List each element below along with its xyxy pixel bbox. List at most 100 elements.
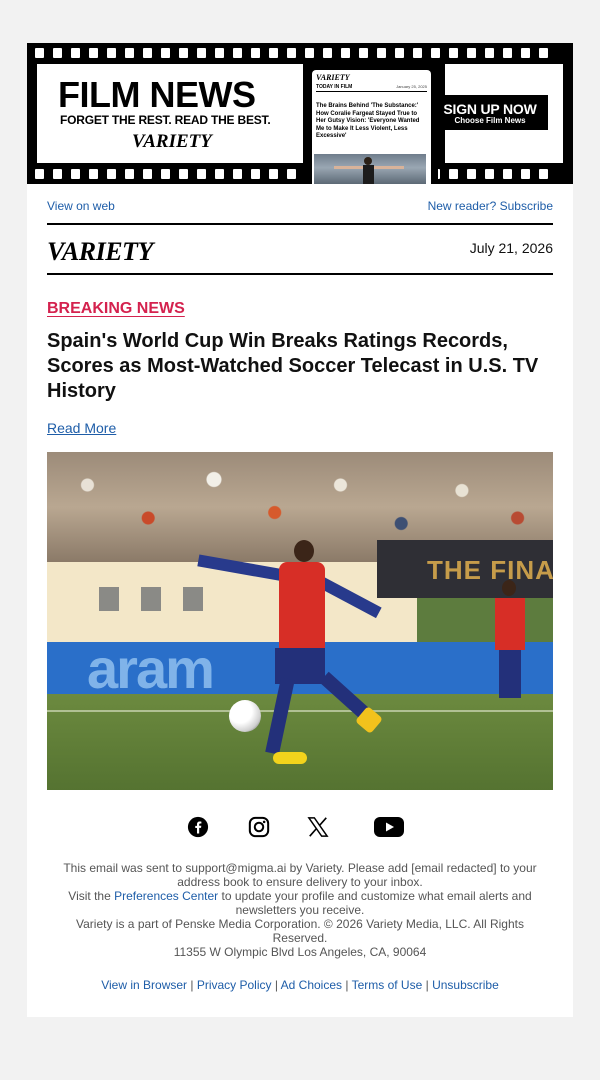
sign-up-label: SIGN UP NOW: [443, 101, 537, 117]
phone-mockup: VARIETY TODAY IN FILM January 25, 2025 T…: [305, 64, 438, 184]
footer-link-separator: |: [187, 978, 197, 992]
subscribe-link[interactable]: New reader? Subscribe: [428, 199, 553, 213]
film-perforation: [161, 48, 170, 58]
article-hero-image[interactable]: THE FINA aram: [47, 452, 553, 790]
footer-link-separator: |: [271, 978, 281, 992]
film-perforation: [467, 48, 476, 58]
film-perforation: [269, 169, 278, 179]
unsubscribe-link[interactable]: Unsubscribe: [432, 978, 499, 992]
photo-window: [99, 587, 119, 611]
film-perforation: [197, 169, 206, 179]
terms-of-use-link[interactable]: Terms of Use: [352, 978, 423, 992]
photo-player2-torso: [495, 598, 525, 650]
film-perforation: [251, 48, 260, 58]
film-perforation: [35, 48, 44, 58]
article-headline[interactable]: Spain's World Cup Win Breaks Ratings Rec…: [47, 329, 553, 404]
film-perforations-top: [35, 48, 548, 58]
film-perforation: [395, 48, 404, 58]
film-perforation: [143, 169, 152, 179]
film-perforation: [269, 48, 278, 58]
phone-brand-logo: VARIETY: [316, 73, 350, 82]
footer-link-separator: |: [422, 978, 433, 992]
film-perforation: [71, 169, 80, 179]
film-perforation: [53, 48, 62, 58]
phone-date: January 25, 2025: [396, 84, 427, 89]
phone-divider: [316, 91, 427, 92]
film-perforation: [107, 169, 116, 179]
film-perforation: [107, 48, 116, 58]
footer-preferences-prefix: Visit the: [68, 889, 115, 903]
sign-up-button[interactable]: SIGN UP NOW Choose Film News: [432, 95, 548, 130]
film-perforation: [215, 169, 224, 179]
film-perforation: [467, 169, 476, 179]
banner-frame-left: FILM NEWS FORGET THE REST. READ THE BEST…: [37, 64, 303, 163]
thumbnail-figure-body: [363, 165, 374, 184]
film-perforation: [233, 48, 242, 58]
film-news-banner[interactable]: FILM NEWS FORGET THE REST. READ THE BEST…: [27, 43, 573, 184]
photo-soccer-ball: [229, 700, 261, 732]
film-perforation: [233, 169, 242, 179]
film-perforation: [377, 48, 386, 58]
film-perforation: [143, 48, 152, 58]
photo-window: [141, 587, 161, 611]
footer-legal: This email was sent to support@migma.ai …: [63, 861, 537, 959]
film-perforation: [89, 48, 98, 58]
photo-player-boot-left: [273, 752, 307, 764]
photo-pitch: [47, 694, 553, 790]
film-perforation: [197, 48, 206, 58]
header-divider-top: [47, 223, 553, 225]
footer-preferences-line: Visit the Preferences Center to update y…: [63, 889, 537, 917]
photo-player2-legs: [499, 650, 521, 698]
preferences-center-link[interactable]: Preferences Center: [114, 889, 218, 903]
social-links: [27, 815, 573, 839]
film-perforation: [179, 48, 188, 58]
film-perforation: [125, 169, 134, 179]
film-perforation: [215, 48, 224, 58]
read-more-link[interactable]: Read More: [47, 420, 116, 436]
film-perforation: [53, 169, 62, 179]
film-perforation: [341, 48, 350, 58]
film-perforation: [521, 48, 530, 58]
film-perforation: [359, 48, 368, 58]
phone-thumbnail-image: [314, 154, 426, 184]
film-perforation: [287, 48, 296, 58]
phone-screen: VARIETY TODAY IN FILM January 25, 2025 T…: [312, 70, 431, 184]
header-divider-bottom: [47, 273, 553, 275]
breaking-news-label[interactable]: BREAKING NEWS: [47, 300, 185, 318]
thumbnail-figure-head: [364, 157, 372, 165]
banner-brand-logo: VARIETY: [132, 131, 212, 152]
film-perforation: [71, 48, 80, 58]
film-perforation: [539, 48, 548, 58]
photo-player-head: [294, 540, 314, 562]
film-perforation: [503, 48, 512, 58]
film-perforation: [503, 169, 512, 179]
ad-choices-link[interactable]: Ad Choices: [281, 978, 342, 992]
film-perforation: [89, 169, 98, 179]
instagram-icon[interactable]: [247, 815, 271, 839]
variety-logo[interactable]: VARIETY: [47, 237, 153, 267]
photo-player2-head: [502, 580, 516, 596]
facebook-icon[interactable]: [186, 815, 210, 839]
phone-section-title: TODAY IN FILM: [316, 84, 353, 90]
x-icon[interactable]: [306, 815, 330, 839]
email-card: FILM NEWS FORGET THE REST. READ THE BEST…: [27, 43, 573, 1017]
footer-copyright: Variety is a part of Penske Media Corpor…: [76, 917, 524, 945]
film-perforation: [485, 48, 494, 58]
film-perforation: [539, 169, 548, 179]
banner-tagline: FORGET THE REST. READ THE BEST.: [60, 113, 271, 127]
film-perforation: [125, 48, 134, 58]
preheader-links: View on web New reader? Subscribe: [47, 199, 553, 215]
footer-preferences-suffix: to update your profile and customize wha…: [218, 889, 532, 917]
privacy-policy-link[interactable]: Privacy Policy: [197, 978, 272, 992]
film-perforation: [35, 169, 44, 179]
film-perforation: [449, 48, 458, 58]
view-on-web-link[interactable]: View on web: [47, 199, 115, 213]
film-perforation: [413, 48, 422, 58]
view-in-browser-link[interactable]: View in Browser: [101, 978, 187, 992]
film-perforation: [521, 169, 530, 179]
film-perforation: [287, 169, 296, 179]
youtube-icon[interactable]: [373, 815, 405, 839]
sign-up-sublabel: Choose Film News: [454, 116, 526, 125]
film-perforation: [323, 48, 332, 58]
film-perforation: [485, 169, 494, 179]
